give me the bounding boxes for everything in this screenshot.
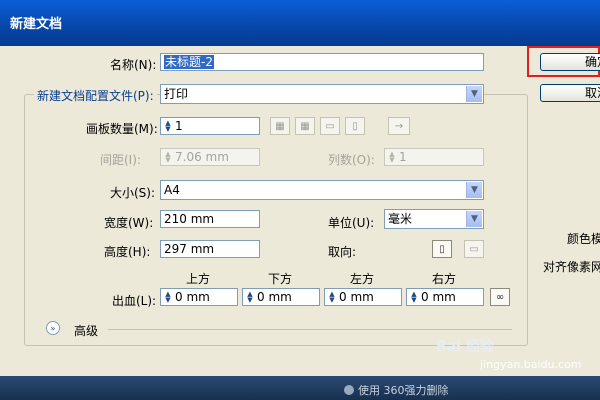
bleed-bottom-value: 0 mm xyxy=(257,290,292,304)
link-icon[interactable]: ∞ xyxy=(490,288,510,306)
name-label: 名称(N): xyxy=(110,58,157,72)
width-input[interactable]: 210 mm xyxy=(160,210,260,228)
size-label: 大小(S): xyxy=(110,186,156,200)
name-input[interactable]: 未标题-2 xyxy=(160,53,484,71)
watermark-url: jingyan.baidu.com xyxy=(480,358,582,371)
bleed-right-input[interactable]: ▲ ▼ 0 mm xyxy=(406,288,484,306)
bleed-header-right: 右方 xyxy=(432,272,457,286)
watermark-text: 使用 360强力删除 xyxy=(358,384,449,397)
width-label: 宽度(W): xyxy=(104,216,154,230)
dialog-title: 新建文档 xyxy=(10,17,63,32)
watermark-brand: Bai 经验 xyxy=(436,339,494,355)
spinner-icon[interactable]: ▲ ▼ xyxy=(163,290,173,304)
bleed-header-top: 上方 xyxy=(186,272,211,286)
units-select[interactable]: 毫米 ▼ xyxy=(384,209,484,229)
artboards-label: 画板数量(M): xyxy=(86,122,158,136)
advanced-label: 高级 xyxy=(74,324,99,338)
advanced-divider xyxy=(108,329,512,330)
bleed-right-value: 0 mm xyxy=(421,290,456,304)
spinner-icon[interactable]: ▲ ▼ xyxy=(163,150,173,164)
orientation-label: 取向: xyxy=(328,245,357,259)
height-label: 高度(H): xyxy=(104,245,151,259)
columns-label: 列数(O): xyxy=(328,153,375,167)
bleed-top-value: 0 mm xyxy=(175,290,210,304)
bleed-left-input[interactable]: ▲ ▼ 0 mm xyxy=(324,288,402,306)
name-value: 未标题-2 xyxy=(164,55,214,69)
spinner-icon[interactable]: ▲ ▼ xyxy=(245,290,255,304)
color-mode-label: 颜色模 xyxy=(567,232,600,246)
grid-by-row-icon[interactable]: ▦ xyxy=(270,117,290,135)
profile-value: 打印 xyxy=(164,87,189,101)
taskbar-strip xyxy=(0,376,600,400)
chevron-down-icon: ▼ xyxy=(466,86,482,102)
arrange-by-row-icon[interactable]: ▭ xyxy=(320,117,340,135)
bleed-header-left: 左方 xyxy=(350,272,375,286)
new-document-dialog: 新建文档 名称(N): 未标题-2 新建文档配置文件(P): 打印 ▼ 画板数量… xyxy=(0,0,600,376)
artboards-input[interactable]: ▲ ▼ 1 xyxy=(160,117,260,135)
watermark-logo-icon xyxy=(344,385,354,395)
units-value: 毫米 xyxy=(388,212,413,226)
arrange-by-column-icon[interactable]: ▯ xyxy=(345,117,365,135)
portrait-icon[interactable]: ▯ xyxy=(432,240,452,258)
columns-input[interactable]: ▲ ▼ 1 xyxy=(384,148,484,166)
bleed-bottom-input[interactable]: ▲ ▼ 0 mm xyxy=(242,288,320,306)
chevron-down-icon: ▼ xyxy=(466,182,482,198)
bleed-label: 出血(L): xyxy=(112,294,157,308)
units-label: 单位(U): xyxy=(328,216,375,230)
title-bar: 新建文档 xyxy=(0,0,600,46)
bleed-top-input[interactable]: ▲ ▼ 0 mm xyxy=(160,288,238,306)
spinner-icon[interactable]: ▲ ▼ xyxy=(163,119,173,133)
arrow-right-icon[interactable]: → xyxy=(388,117,410,135)
size-select[interactable]: A4 ▼ xyxy=(160,180,484,200)
grid-by-column-icon[interactable]: ▦ xyxy=(295,117,315,135)
width-value: 210 mm xyxy=(164,212,215,226)
cancel-button[interactable]: 取消 xyxy=(540,84,600,102)
bottom-watermark: 使用 360强力删除 xyxy=(344,382,449,398)
spinner-icon[interactable]: ▲ ▼ xyxy=(409,290,419,304)
spacing-input[interactable]: ▲ ▼ 7.06 mm xyxy=(160,148,260,166)
landscape-icon[interactable]: ▭ xyxy=(464,240,484,258)
expand-advanced-icon[interactable]: » xyxy=(46,321,60,335)
spinner-icon[interactable]: ▲ ▼ xyxy=(387,150,397,164)
align-pixel-grid-label: 对齐像素网 xyxy=(543,260,600,274)
artboards-value: 1 xyxy=(175,119,183,133)
columns-value: 1 xyxy=(399,150,407,164)
ok-button[interactable]: 确定 xyxy=(540,53,600,71)
bleed-left-value: 0 mm xyxy=(339,290,374,304)
size-value: A4 xyxy=(164,183,180,197)
spacing-value: 7.06 mm xyxy=(175,150,229,164)
profile-select[interactable]: 打印 ▼ xyxy=(160,84,484,104)
profile-label: 新建文档配置文件(P): xyxy=(34,87,157,104)
spacing-label: 间距(I): xyxy=(100,153,141,167)
height-input[interactable]: 297 mm xyxy=(160,240,260,258)
bleed-header-bottom: 下方 xyxy=(268,272,293,286)
height-value: 297 mm xyxy=(164,242,215,256)
spinner-icon[interactable]: ▲ ▼ xyxy=(327,290,337,304)
chevron-down-icon: ▼ xyxy=(466,211,482,227)
